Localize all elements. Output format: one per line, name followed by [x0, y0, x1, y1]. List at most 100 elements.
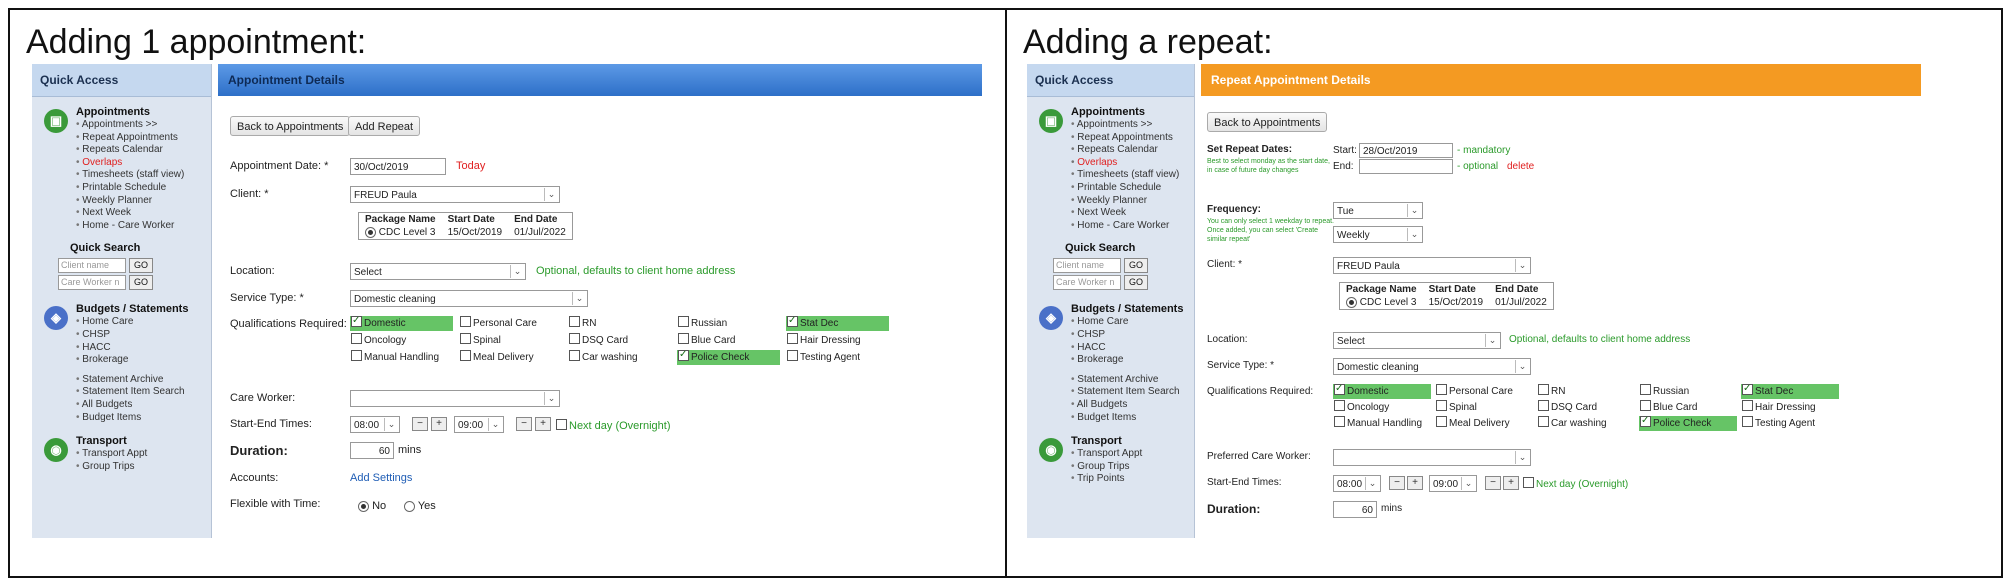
- sidebar-link-chsp[interactable]: CHSP: [76, 329, 211, 342]
- sidebar-link-weekly-planner[interactable]: Weekly Planner: [1071, 195, 1194, 208]
- qualification-checkbox[interactable]: [460, 350, 471, 361]
- qualification-checkbox[interactable]: [569, 350, 580, 361]
- qualification-police-check[interactable]: Police Check: [1639, 413, 1737, 431]
- qualification-checkbox[interactable]: [1742, 400, 1753, 411]
- sidebar-link-transport-appt[interactable]: Transport Appt: [76, 448, 211, 461]
- qualification-personal-care[interactable]: Personal Care: [459, 316, 562, 331]
- sidebar-link-printable-schedule[interactable]: Printable Schedule: [1071, 182, 1194, 195]
- qualification-checkbox[interactable]: [1436, 400, 1447, 411]
- qualification-car-washing[interactable]: Car washing: [1537, 416, 1635, 431]
- qualification-manual-handling[interactable]: Manual Handling: [350, 350, 453, 365]
- sidebar-link-trip-points[interactable]: Trip Points: [1071, 473, 1194, 486]
- qualification-checkbox[interactable]: [1334, 381, 1345, 396]
- sidebar-link-repeats-calendar[interactable]: Repeats Calendar: [76, 144, 211, 157]
- qualification-checkbox[interactable]: [351, 333, 362, 344]
- next-day-option[interactable]: Next day (Overnight): [556, 419, 670, 432]
- care-worker-search-go-button[interactable]: GO: [129, 275, 154, 291]
- sidebar-link-repeats-calendar[interactable]: Repeats Calendar: [1071, 144, 1194, 157]
- qualification-hair-dressing[interactable]: Hair Dressing: [786, 333, 889, 348]
- end-time-minus-button[interactable]: −: [516, 417, 532, 431]
- care-worker-select[interactable]: ⌄: [350, 390, 560, 407]
- qualification-personal-care[interactable]: Personal Care: [1435, 384, 1533, 399]
- next-day-option[interactable]: Next day (Overnight): [1523, 477, 1628, 490]
- qualification-blue-card[interactable]: Blue Card: [1639, 400, 1737, 415]
- end-time-plus-button[interactable]: +: [1503, 476, 1519, 490]
- qualification-russian[interactable]: Russian: [1639, 384, 1737, 399]
- qualification-checkbox[interactable]: [1640, 400, 1651, 411]
- delete-link[interactable]: delete: [1507, 161, 1534, 172]
- qualification-checkbox[interactable]: [460, 316, 471, 327]
- location-select[interactable]: Select ⌄: [1333, 332, 1501, 349]
- qualification-stat-dec[interactable]: Stat Dec: [1741, 381, 1839, 399]
- qualification-checkbox[interactable]: [1538, 384, 1549, 395]
- care-worker-search-go-button[interactable]: GO: [1124, 275, 1149, 291]
- next-day-checkbox[interactable]: [1523, 477, 1534, 488]
- qualification-checkbox[interactable]: [1640, 413, 1651, 428]
- qualification-checkbox[interactable]: [1436, 416, 1447, 427]
- client-search-go-button[interactable]: GO: [1124, 258, 1149, 274]
- qualification-testing-agent[interactable]: Testing Agent: [786, 350, 889, 365]
- end-time-plus-button[interactable]: +: [535, 417, 551, 431]
- flexible-no-option[interactable]: No: [358, 500, 386, 512]
- sidebar-link-repeat-appointments[interactable]: Repeat Appointments: [1071, 132, 1194, 145]
- client-select[interactable]: FREUD Paula ⌄: [1333, 257, 1531, 274]
- sidebar-link-all-budgets[interactable]: All Budgets: [76, 399, 211, 412]
- qualification-checkbox[interactable]: [569, 333, 580, 344]
- sidebar-link-home-care[interactable]: Home Care: [1071, 316, 1194, 329]
- qualification-checkbox[interactable]: [569, 316, 580, 327]
- sidebar-link-appointments[interactable]: Appointments >>: [76, 119, 211, 132]
- add-settings-link[interactable]: Add Settings: [350, 472, 412, 484]
- service-type-select[interactable]: Domestic cleaning ⌄: [1333, 358, 1531, 375]
- sidebar-link-statement-archive[interactable]: Statement Archive: [1071, 374, 1194, 387]
- client-name-search-input[interactable]: Client name: [1053, 258, 1121, 274]
- start-time-minus-button[interactable]: −: [412, 417, 428, 431]
- qualification-meal-delivery[interactable]: Meal Delivery: [1435, 416, 1533, 431]
- sidebar-link-all-budgets[interactable]: All Budgets: [1071, 399, 1194, 412]
- sidebar-link-group-trips[interactable]: Group Trips: [76, 461, 211, 474]
- qualification-checkbox[interactable]: [787, 350, 798, 361]
- sidebar-link-statement-item-search[interactable]: Statement Item Search: [76, 386, 211, 399]
- appointment-date-input[interactable]: 30/Oct/2019: [350, 158, 446, 175]
- qualification-checkbox[interactable]: [351, 350, 362, 361]
- end-time-select[interactable]: 09:00 ⌄: [454, 416, 504, 433]
- sidebar-link-brokerage[interactable]: Brokerage: [76, 354, 211, 367]
- care-worker-search-input[interactable]: Care Worker n: [1053, 275, 1121, 291]
- sidebar-link-hacc[interactable]: HACC: [1071, 342, 1194, 355]
- start-time-minus-button[interactable]: −: [1389, 476, 1405, 490]
- sidebar-link-chsp[interactable]: CHSP: [1071, 329, 1194, 342]
- service-type-select[interactable]: Domestic cleaning ⌄: [350, 290, 588, 307]
- qualification-domestic[interactable]: Domestic: [1333, 381, 1431, 399]
- qualification-car-washing[interactable]: Car washing: [568, 350, 671, 365]
- qualification-checkbox[interactable]: [787, 313, 798, 328]
- sidebar-link-overlaps[interactable]: Overlaps: [76, 157, 211, 170]
- qualification-oncology[interactable]: Oncology: [1333, 400, 1431, 415]
- sidebar-link-statement-item-search[interactable]: Statement Item Search: [1071, 386, 1194, 399]
- sidebar-link-budget-items[interactable]: Budget Items: [76, 412, 211, 425]
- end-time-minus-button[interactable]: −: [1485, 476, 1501, 490]
- weekday-select[interactable]: Tue ⌄: [1333, 202, 1423, 219]
- start-time-plus-button[interactable]: +: [431, 417, 447, 431]
- sidebar-link-statement-archive[interactable]: Statement Archive: [76, 374, 211, 387]
- qualification-hair-dressing[interactable]: Hair Dressing: [1741, 400, 1839, 415]
- qualification-checkbox[interactable]: [1742, 416, 1753, 427]
- client-name-search-input[interactable]: Client name: [58, 258, 126, 274]
- qualification-spinal[interactable]: Spinal: [1435, 400, 1533, 415]
- package-radio[interactable]: [1346, 297, 1357, 308]
- flexible-no-radio[interactable]: [358, 500, 369, 512]
- sidebar-link-printable-schedule[interactable]: Printable Schedule: [76, 182, 211, 195]
- sidebar-link-group-trips[interactable]: Group Trips: [1071, 461, 1194, 474]
- sidebar-link-overlaps[interactable]: Overlaps: [1071, 157, 1194, 170]
- frequency-select[interactable]: Weekly ⌄: [1333, 226, 1423, 243]
- sidebar-link-timesheets[interactable]: Timesheets (staff view): [76, 169, 211, 182]
- duration-input[interactable]: 60: [1333, 501, 1377, 518]
- sidebar-link-transport-appt[interactable]: Transport Appt: [1071, 448, 1194, 461]
- qualification-police-check[interactable]: Police Check: [677, 347, 780, 365]
- qualification-russian[interactable]: Russian: [677, 316, 780, 331]
- qualification-checkbox[interactable]: [1742, 381, 1753, 396]
- repeat-end-input[interactable]: [1359, 159, 1453, 174]
- end-time-select[interactable]: 09:00 ⌄: [1429, 475, 1477, 492]
- sidebar-link-timesheets[interactable]: Timesheets (staff view): [1071, 169, 1194, 182]
- today-link[interactable]: Today: [456, 160, 485, 172]
- qualification-checkbox[interactable]: [1334, 400, 1345, 411]
- repeat-start-input[interactable]: 28/Oct/2019: [1359, 143, 1453, 158]
